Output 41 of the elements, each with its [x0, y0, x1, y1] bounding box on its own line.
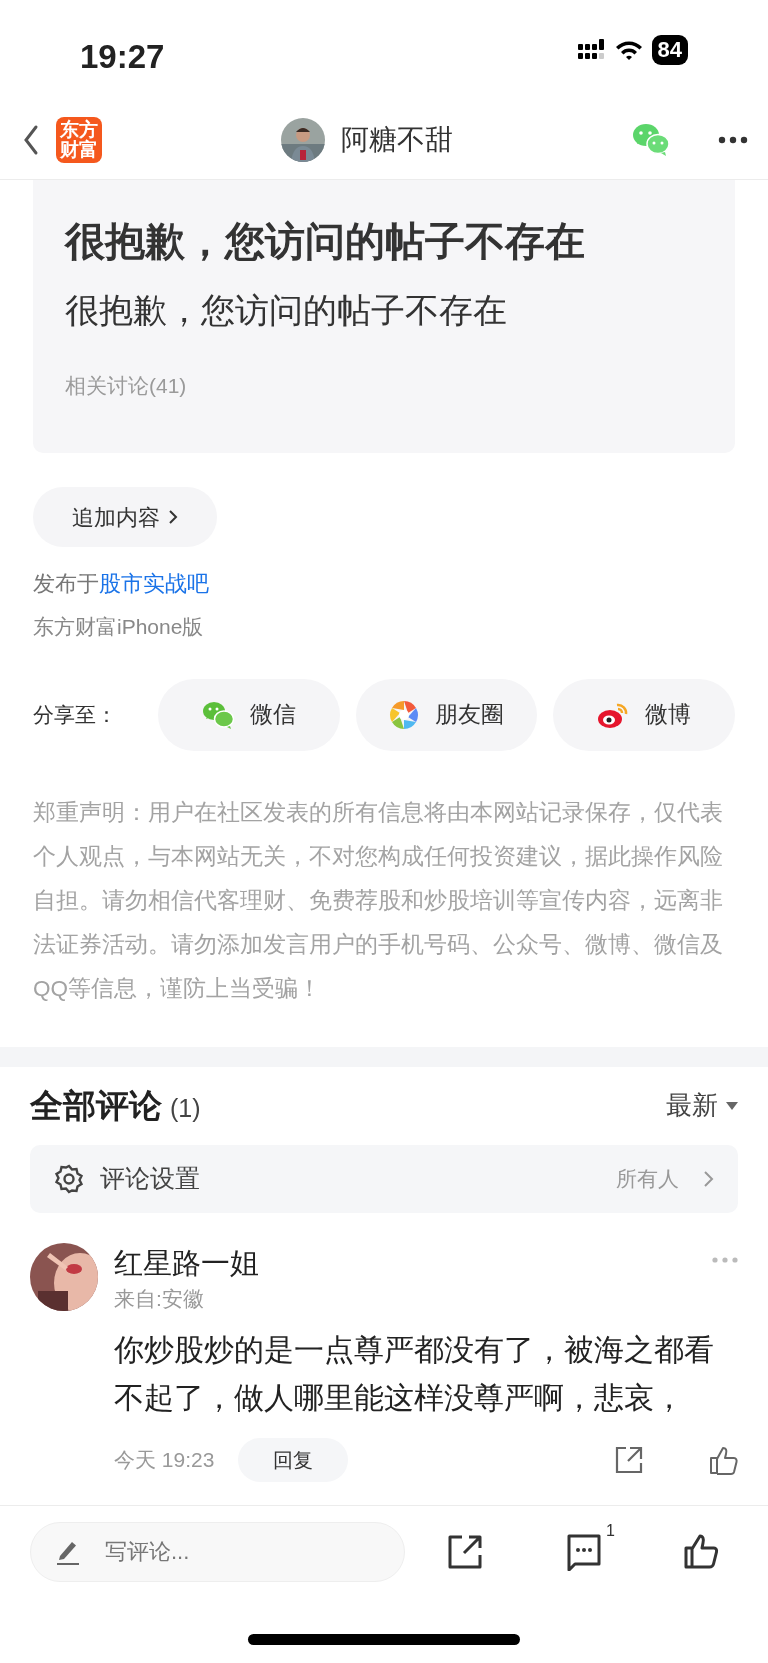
comment-time: 今天 19:23	[114, 1447, 215, 1474]
chevron-icon	[703, 1169, 714, 1188]
reply-button[interactable]: 回复	[238, 1438, 349, 1482]
disclaimer-text: 郑重声明：用户在社区发表的所有信息将由本网站记录保存，仅代表个人观点，与本网站无关，不对您构成任何投资建议，据此操作风险自担。请勿相信代客理财、免费荐股和炒股培训等宣传内容，远离非法证券活动。请勿添加发言用户的手机号码、公众号、微博、微信及QQ等信息，谨防上当受骗！	[33, 798, 724, 1003]
post-body: 很抱歉，您访问的帖子不存在	[65, 290, 508, 331]
comment-author[interactable]: 红星路一姐	[114, 1242, 259, 1283]
status-time: 19:27	[80, 37, 165, 78]
comment-input[interactable]: 写评论...	[30, 1522, 405, 1582]
share-icon[interactable]	[447, 1534, 483, 1570]
share-label: 分享至：	[33, 701, 118, 728]
aperture-icon	[389, 699, 420, 730]
app-logo: 东方财富	[56, 116, 102, 163]
comment-text: 你炒股炒的是一点尊严都没有了，被海之都看不起了，做人哪里能这样没尊严啊，悲哀，	[114, 1332, 715, 1416]
add-content-button[interactable]: 追加内容	[33, 487, 217, 547]
share-button[interactable]: 微博	[553, 678, 735, 751]
more-icon[interactable]	[718, 135, 748, 144]
settings-icon	[54, 1163, 84, 1194]
share-button[interactable]: 朋友圈	[355, 678, 538, 751]
comment-settings-row[interactable]: 评论设置 所有人	[30, 1144, 738, 1213]
share-button[interactable]: 微信	[158, 678, 340, 751]
wechat-icon	[201, 699, 234, 730]
published-in: 发布于股市实战吧	[33, 570, 210, 598]
comment-icon[interactable]	[565, 1533, 603, 1571]
like-icon[interactable]	[708, 1445, 738, 1475]
comment-location: 来自:安徽	[114, 1285, 205, 1312]
share-icon[interactable]	[614, 1445, 644, 1475]
chevron-icon	[168, 509, 178, 525]
post-title: 很抱歉，您访问的帖子不存在	[65, 218, 586, 265]
sort-dropdown[interactable]: 最新	[666, 1086, 738, 1125]
comments-title: 全部评论	[30, 1085, 162, 1126]
caret-icon	[726, 1101, 738, 1110]
like-icon[interactable]	[683, 1533, 721, 1571]
settings-label: 评论设置	[100, 1162, 201, 1194]
battery-level: 84	[651, 35, 688, 65]
username: 阿糖不甜	[341, 122, 453, 157]
signal-icon	[577, 39, 606, 61]
comment-count-label: 1	[606, 1521, 615, 1541]
source-text: 东方财富iPhone版	[33, 614, 205, 640]
forum-link[interactable]: 股市实战吧	[99, 571, 209, 596]
settings-value: 所有人	[616, 1165, 679, 1192]
comment-count: (1)	[170, 1092, 201, 1124]
